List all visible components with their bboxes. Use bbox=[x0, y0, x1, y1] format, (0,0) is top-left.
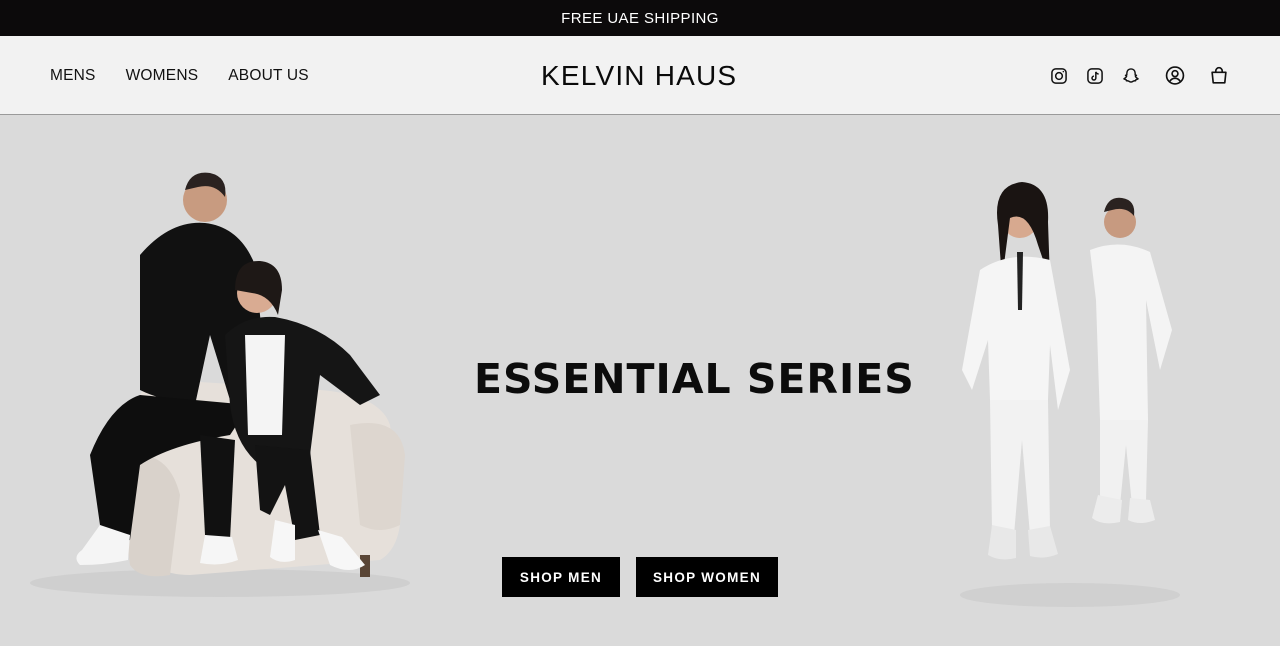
nav-item-about-us[interactable]: ABOUT US bbox=[228, 67, 309, 85]
cart-icon[interactable] bbox=[1208, 65, 1230, 87]
tiktok-icon[interactable] bbox=[1084, 65, 1106, 87]
nav-item-mens[interactable]: MENS bbox=[50, 67, 96, 85]
header-icons bbox=[1048, 36, 1230, 115]
announcement-text: FREE UAE SHIPPING bbox=[561, 9, 719, 27]
site-header: MENS WOMENS ABOUT US KELVIN HAUS bbox=[0, 36, 1280, 115]
white-tracksuit-couple-photo[interactable] bbox=[950, 170, 1190, 610]
shop-men-button[interactable]: SHOP MEN bbox=[502, 557, 620, 597]
nav-item-womens[interactable]: WOMENS bbox=[126, 67, 199, 85]
main-nav: MENS WOMENS ABOUT US bbox=[50, 36, 309, 115]
hero-banner: ESSENTIAL SERIES SHOP MEN SHOP WOMEN bbox=[0, 115, 1280, 646]
announcement-bar: FREE UAE SHIPPING bbox=[0, 0, 1280, 36]
black-tracksuit-couple-photo[interactable] bbox=[20, 165, 420, 605]
hero-title: ESSENTIAL SERIES bbox=[474, 355, 915, 403]
instagram-icon[interactable] bbox=[1048, 65, 1070, 87]
account-icon[interactable] bbox=[1164, 65, 1186, 87]
snapchat-icon[interactable] bbox=[1120, 65, 1142, 87]
site-logo[interactable]: KELVIN HAUS bbox=[541, 60, 741, 92]
shop-women-button[interactable]: SHOP WOMEN bbox=[636, 557, 778, 597]
